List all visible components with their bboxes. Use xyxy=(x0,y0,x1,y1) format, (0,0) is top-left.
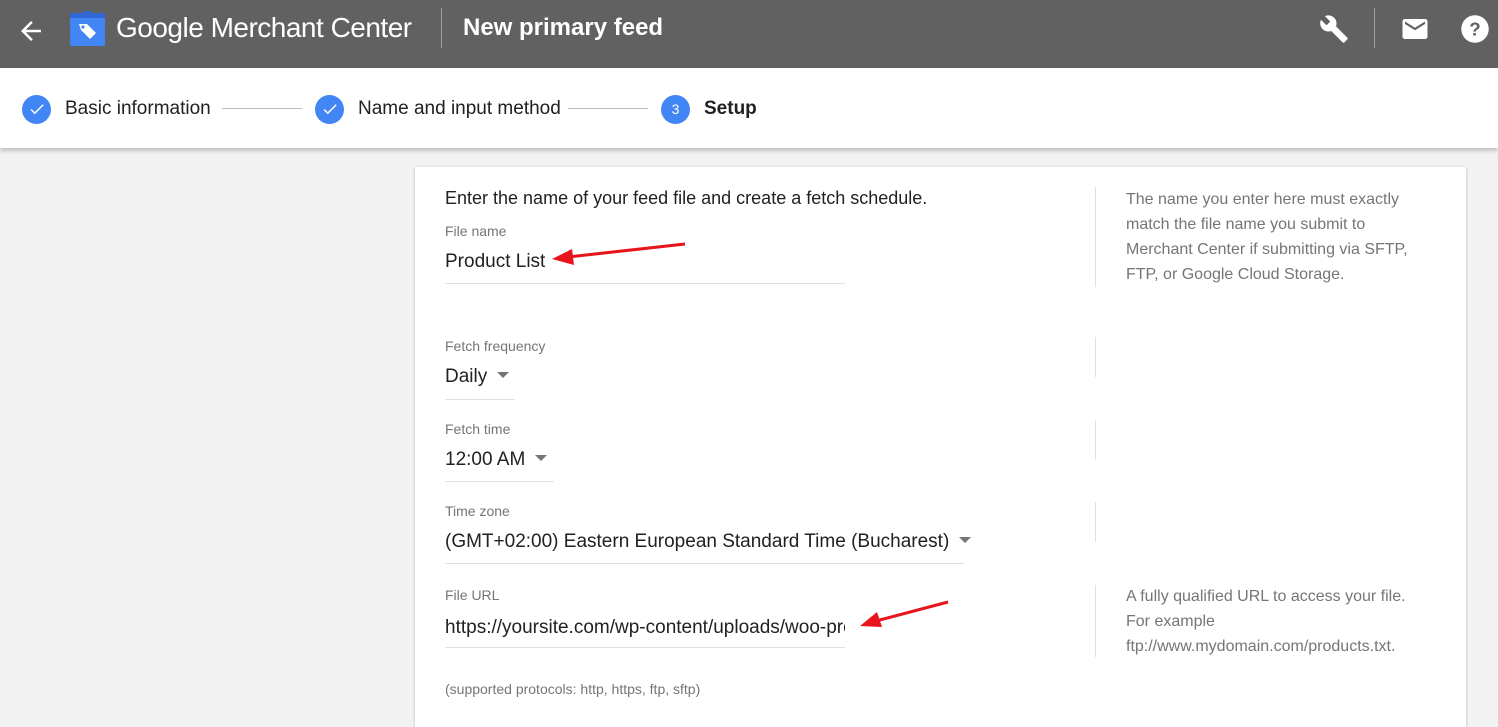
step-label: Setup xyxy=(704,98,757,119)
fetch-time-label: Fetch time xyxy=(445,421,511,437)
fetch-time-select[interactable]: 12:00 AM xyxy=(445,449,548,471)
check-icon xyxy=(22,94,51,124)
file-name-input[interactable]: Product List xyxy=(445,251,545,273)
form-intro: Enter the name of your feed file and cre… xyxy=(445,188,928,208)
help-divider xyxy=(1095,187,1096,287)
mail-icon[interactable] xyxy=(1398,12,1432,46)
file-name-help: The name you enter here must exactly mat… xyxy=(1126,191,1408,283)
time-zone-label: Time zone xyxy=(445,503,510,519)
app-header: Google Merchant Center New primary feed … xyxy=(0,0,1498,68)
file-url-help: A fully qualified URL to access your fil… xyxy=(1126,584,1426,659)
dropdown-caret-icon xyxy=(497,371,510,378)
fetch-time-underline xyxy=(445,481,554,482)
file-url-label: File URL xyxy=(445,587,500,603)
header-divider xyxy=(441,8,442,48)
fetch-frequency-value: Daily xyxy=(445,366,488,387)
help-divider xyxy=(1095,585,1096,657)
fetch-frequency-label: Fetch frequency xyxy=(445,338,546,354)
header-divider xyxy=(1374,8,1375,48)
time-zone-underline xyxy=(445,563,964,564)
help-divider xyxy=(1095,420,1096,460)
wrench-icon[interactable] xyxy=(1317,12,1351,46)
progress-stepper: Basic information Name and input method … xyxy=(0,68,1498,148)
svg-text:?: ? xyxy=(1469,18,1480,39)
supported-protocols-note: (supported protocols: http, https, ftp, … xyxy=(445,681,701,697)
time-zone-value: (GMT+02:00) Eastern European Standard Ti… xyxy=(445,531,950,552)
step-basic-information[interactable]: Basic information xyxy=(22,94,211,124)
annotation-arrow xyxy=(860,600,949,627)
file-url-help-line: For example xyxy=(1126,613,1215,630)
step-name-and-input-method[interactable]: Name and input method xyxy=(315,94,561,124)
step-connector xyxy=(568,108,648,109)
file-name-underline xyxy=(445,283,845,284)
fetch-frequency-underline xyxy=(445,399,515,400)
step-setup[interactable]: 3 Setup xyxy=(661,94,757,124)
help-divider xyxy=(1095,337,1096,377)
help-divider xyxy=(1095,502,1096,542)
file-url-help-line: A fully qualified URL to access your fil… xyxy=(1126,588,1406,605)
check-icon xyxy=(315,94,344,124)
file-url-input[interactable] xyxy=(445,615,845,641)
annotation-arrow xyxy=(552,242,686,265)
file-name-label: File name xyxy=(445,223,507,239)
fetch-time-value: 12:00 AM xyxy=(445,449,526,470)
page-title: New primary feed xyxy=(463,14,664,41)
dropdown-caret-icon xyxy=(959,536,972,543)
merchant-center-logo xyxy=(70,11,105,46)
app-name[interactable]: Google Merchant Center xyxy=(116,12,412,44)
dropdown-caret-icon xyxy=(535,454,548,461)
back-arrow-icon[interactable] xyxy=(16,16,46,46)
fetch-frequency-select[interactable]: Daily xyxy=(445,366,510,388)
file-url-help-line: ftp://www.mydomain.com/products.txt. xyxy=(1126,638,1396,655)
step-label: Name and input method xyxy=(358,98,561,119)
help-icon[interactable]: ? xyxy=(1458,12,1492,46)
step-connector xyxy=(222,108,302,109)
file-url-underline xyxy=(445,647,845,648)
time-zone-select[interactable]: (GMT+02:00) Eastern European Standard Ti… xyxy=(445,531,972,553)
step-label: Basic information xyxy=(65,98,211,119)
step-number: 3 xyxy=(661,94,690,124)
